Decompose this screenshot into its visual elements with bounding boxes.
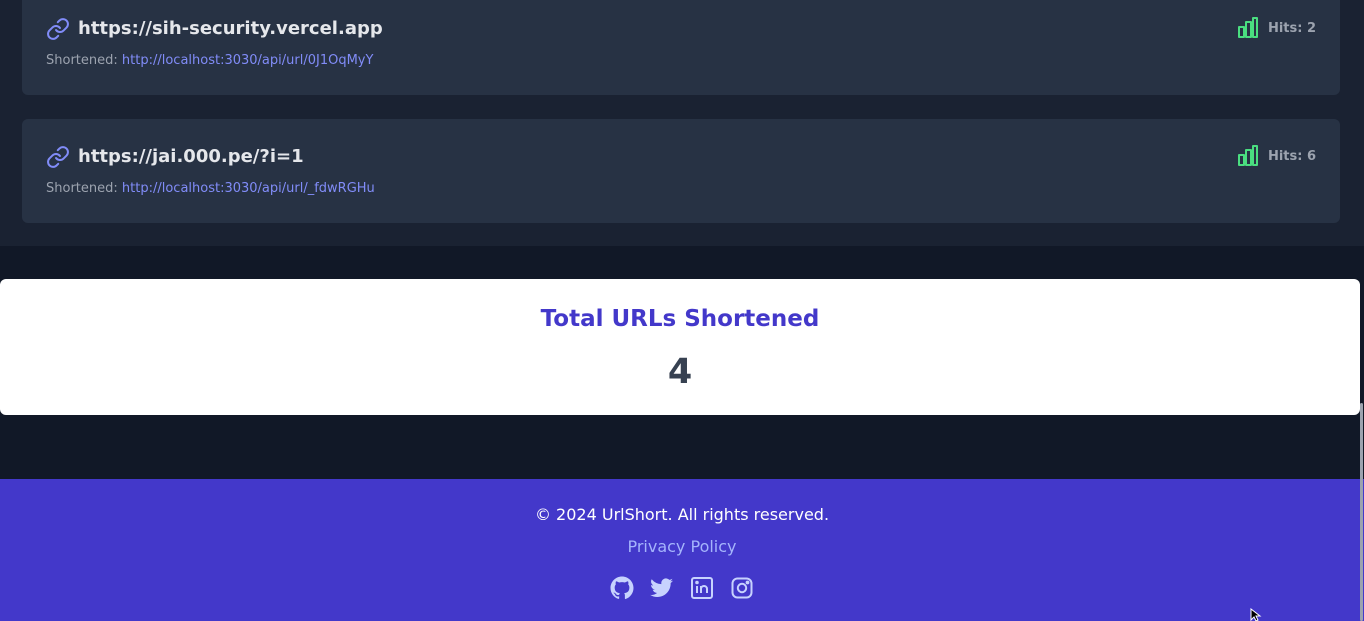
- privacy-policy-link[interactable]: Privacy Policy: [0, 537, 1364, 557]
- total-stats-card: Total URLs Shortened 4: [0, 279, 1360, 415]
- scrollbar-thumb[interactable]: [1360, 403, 1363, 621]
- stats-title: Total URLs Shortened: [540, 306, 820, 332]
- short-url-link[interactable]: http://localhost:3030/api/url/0J1OqMyY: [122, 53, 374, 68]
- bar-chart-icon: [1237, 145, 1258, 166]
- shortened-row: Shortened: http://localhost:3030/api/url…: [46, 180, 375, 198]
- social-links: [0, 576, 1364, 600]
- shortened-label: Shortened:: [46, 181, 118, 196]
- url-card: https://jai.000.pe/?i=1 Shortened: http:…: [22, 119, 1340, 223]
- shortened-label: Shortened:: [46, 53, 118, 68]
- link-icon: [47, 146, 69, 168]
- footer: © 2024 UrlShort. All rights reserved. Pr…: [0, 479, 1364, 621]
- hits-counter: Hits: 6: [1236, 145, 1316, 167]
- short-url-link[interactable]: http://localhost:3030/api/url/_fdwRGHu: [122, 181, 375, 196]
- copyright-text: © 2024 UrlShort. All rights reserved.: [534, 505, 830, 524]
- shortened-row: Shortened: http://localhost:3030/api/url…: [46, 52, 373, 70]
- twitter-icon[interactable]: [650, 576, 674, 600]
- mouse-cursor-icon: [1250, 608, 1262, 621]
- url-card: https://sih-security.vercel.app Shortene…: [22, 0, 1340, 95]
- page: https://sih-security.vercel.app Shortene…: [0, 0, 1364, 621]
- hits-label: Hits: 2: [1267, 20, 1316, 36]
- url-list-panel: https://sih-security.vercel.app Shortene…: [0, 0, 1364, 246]
- original-url: https://jai.000.pe/?i=1: [78, 146, 304, 167]
- github-icon[interactable]: [610, 576, 634, 600]
- instagram-icon[interactable]: [730, 576, 754, 600]
- hits-counter: Hits: 2: [1236, 17, 1316, 39]
- original-url: https://sih-security.vercel.app: [78, 18, 383, 39]
- linkedin-icon[interactable]: [690, 576, 714, 600]
- bar-chart-icon: [1237, 17, 1258, 38]
- hits-label: Hits: 6: [1267, 148, 1316, 164]
- stats-count: 4: [667, 352, 693, 392]
- link-icon: [47, 18, 69, 40]
